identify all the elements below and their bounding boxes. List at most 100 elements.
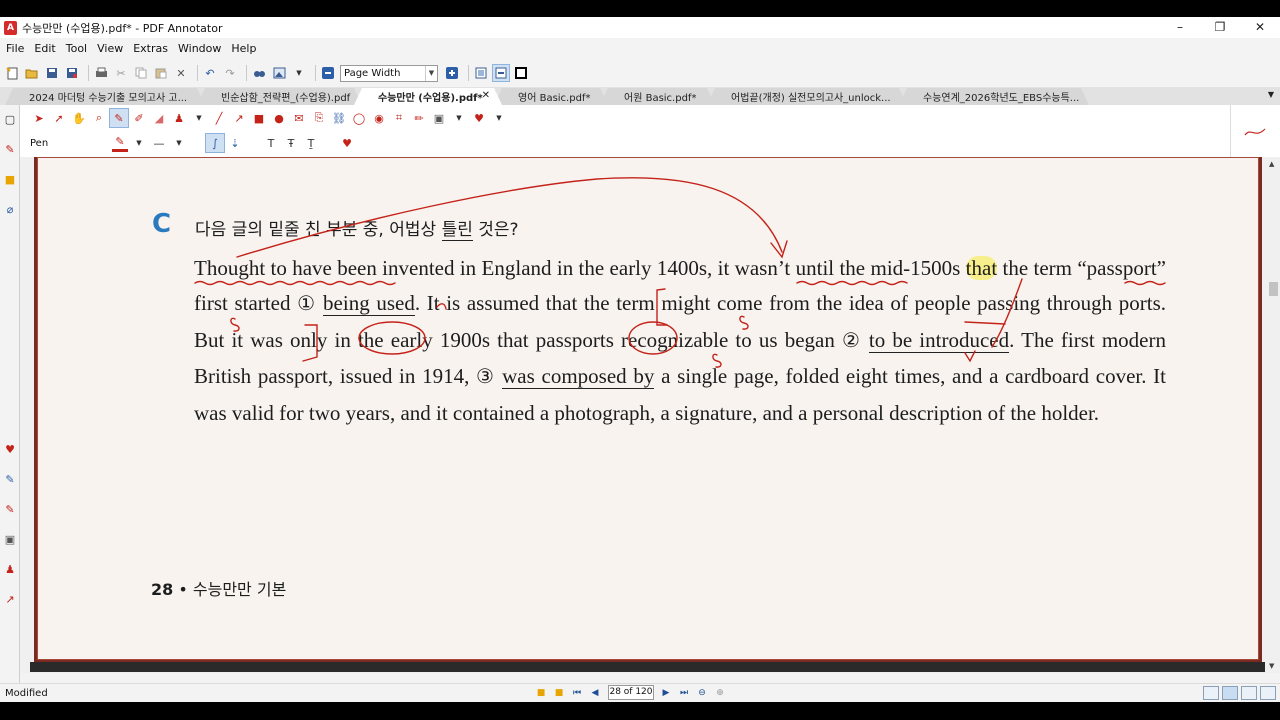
- previous-page-icon[interactable]: ◀: [588, 686, 602, 700]
- tab-document[interactable]: 2024 마더텅 수능기출 모의고사 고...: [5, 88, 205, 105]
- highlighter-icon[interactable]: ✎: [3, 473, 17, 487]
- minimize-button[interactable]: –: [1160, 17, 1200, 38]
- select-arrow-icon[interactable]: ➤: [30, 109, 48, 127]
- stamp-icon[interactable]: ♟: [3, 563, 17, 577]
- zoom-out-icon[interactable]: [320, 65, 336, 81]
- print-icon[interactable]: [93, 65, 109, 81]
- menu-file[interactable]: File: [6, 42, 24, 55]
- tab-document-active[interactable]: 수능만만 (수업용).pdf* ✕: [354, 88, 502, 105]
- tab-document[interactable]: 영어 Basic.pdf*: [494, 88, 608, 105]
- save-icon[interactable]: [44, 65, 60, 81]
- tab-document[interactable]: 어원 Basic.pdf*: [600, 88, 715, 105]
- tab-document[interactable]: 빈순삽함_전략편_(수업용).pdf: [197, 88, 362, 105]
- link-icon[interactable]: ⛓: [330, 109, 348, 127]
- single-page-view-icon[interactable]: [1203, 686, 1219, 700]
- last-page-icon[interactable]: ⏭: [677, 686, 691, 700]
- straighten-icon[interactable]: ⇣: [226, 134, 244, 152]
- line-width-icon[interactable]: —: [150, 134, 168, 152]
- pen-tool-icon[interactable]: ✎: [109, 108, 129, 128]
- full-screen-icon[interactable]: [513, 65, 529, 81]
- zoom-tool-icon[interactable]: ⌕: [90, 109, 108, 127]
- favorites-icon[interactable]: ♥: [470, 109, 488, 127]
- recent-folder-icon[interactable]: ■: [552, 686, 566, 700]
- fit-width-icon[interactable]: [492, 64, 510, 82]
- insert-image-icon[interactable]: ▣: [430, 109, 448, 127]
- favorites-heart-icon[interactable]: ♥: [3, 443, 17, 457]
- back-icon[interactable]: ⊖: [695, 686, 709, 700]
- text-strike-icon[interactable]: Ŧ: [282, 134, 300, 152]
- stamp-tool-icon[interactable]: ♟: [170, 109, 188, 127]
- zoom-select[interactable]: Page Width ▼: [340, 64, 438, 82]
- copy-icon[interactable]: [133, 65, 149, 81]
- text-above-icon[interactable]: T: [262, 134, 280, 152]
- add-favorite-icon[interactable]: ♥: [338, 134, 356, 152]
- page-number-field[interactable]: 28 of 120: [608, 685, 654, 700]
- pen-icon[interactable]: ✎: [3, 143, 17, 157]
- menu-view[interactable]: View: [97, 42, 123, 55]
- marker-tool-icon[interactable]: ✐: [130, 109, 148, 127]
- menu-window[interactable]: Window: [178, 42, 221, 55]
- folder-icon[interactable]: ■: [3, 173, 17, 187]
- cut-icon[interactable]: ✂: [113, 65, 129, 81]
- menu-extras[interactable]: Extras: [133, 42, 168, 55]
- stamp-dropdown-icon[interactable]: ▼: [190, 109, 208, 127]
- tab-document[interactable]: 어법끝(개정) 실전모의고사_unlock...: [707, 88, 907, 105]
- forward-icon[interactable]: ⊕: [713, 686, 727, 700]
- image-dropdown-icon[interactable]: ▼: [291, 65, 307, 81]
- attachment-icon[interactable]: ⌀: [3, 203, 17, 217]
- save-as-icon[interactable]: [64, 65, 80, 81]
- open-folder-icon[interactable]: [24, 65, 40, 81]
- new-icon[interactable]: [4, 65, 20, 81]
- close-button[interactable]: ✕: [1240, 17, 1280, 38]
- document-viewport[interactable]: C 다음 글의 밑줄 친 부분 중, 어법상 틀린 것은? Thought to…: [20, 157, 1267, 673]
- next-page-icon[interactable]: ▶: [659, 686, 673, 700]
- text-box-icon[interactable]: ⎘: [310, 109, 328, 127]
- rectangle-icon[interactable]: ■: [250, 109, 268, 127]
- smooth-ink-icon[interactable]: ∫: [205, 133, 225, 153]
- continuous-view-icon[interactable]: [1222, 686, 1238, 700]
- close-tab-icon[interactable]: ✕: [482, 90, 490, 101]
- scroll-up-icon[interactable]: ▲: [1269, 160, 1274, 168]
- insert-dropdown-icon[interactable]: ▼: [450, 109, 468, 127]
- tab-document[interactable]: 수능연계_2026학년도_EBS수능특...: [899, 88, 1089, 105]
- menu-tool[interactable]: Tool: [66, 42, 87, 55]
- first-page-icon[interactable]: ⏮: [570, 686, 584, 700]
- color-dropdown-icon[interactable]: ▼: [130, 134, 148, 152]
- fit-page-icon[interactable]: [473, 65, 489, 81]
- camera-icon[interactable]: ◉: [370, 109, 388, 127]
- arrow-tool-icon[interactable]: ↗: [230, 109, 248, 127]
- scrollbar-thumb[interactable]: [1269, 282, 1278, 296]
- image-tool-icon[interactable]: [271, 65, 287, 81]
- crop-icon[interactable]: ⌗: [390, 109, 408, 127]
- menu-edit[interactable]: Edit: [34, 42, 55, 55]
- width-dropdown-icon[interactable]: ▼: [170, 134, 188, 152]
- image-icon[interactable]: ▣: [3, 533, 17, 547]
- ellipse-icon[interactable]: ●: [270, 109, 288, 127]
- favorites-dropdown-icon[interactable]: ▼: [490, 109, 508, 127]
- page-icon[interactable]: ▢: [3, 113, 17, 127]
- select-text-icon[interactable]: ➚: [50, 109, 68, 127]
- comment-icon[interactable]: ◯: [350, 109, 368, 127]
- zoom-in-icon[interactable]: [444, 65, 460, 81]
- marker-icon[interactable]: ✎: [3, 503, 17, 517]
- hand-icon[interactable]: ✋: [70, 109, 88, 127]
- text-below-icon[interactable]: Ṯ: [302, 134, 320, 152]
- redo-icon[interactable]: ↷: [222, 65, 238, 81]
- vertical-scrollbar[interactable]: ▲ ▼: [1267, 157, 1280, 673]
- delete-icon[interactable]: ✕: [173, 65, 189, 81]
- find-icon[interactable]: [251, 65, 267, 81]
- two-page-continuous-view-icon[interactable]: [1260, 686, 1276, 700]
- scroll-down-icon[interactable]: ▼: [1269, 662, 1274, 670]
- envelope-icon[interactable]: ✉: [290, 109, 308, 127]
- pdf-page[interactable]: C 다음 글의 밑줄 친 부분 중, 어법상 틀린 것은? Thought to…: [34, 157, 1262, 663]
- two-page-view-icon[interactable]: [1241, 686, 1257, 700]
- open-folder-icon[interactable]: ■: [534, 686, 548, 700]
- restore-button[interactable]: ❐: [1200, 17, 1240, 38]
- tab-list-dropdown-icon[interactable]: ▼: [1268, 90, 1274, 99]
- menu-help[interactable]: Help: [231, 42, 256, 55]
- pen-color-icon[interactable]: ✎: [112, 134, 128, 152]
- arrow-icon[interactable]: ↗: [3, 593, 17, 607]
- paste-icon[interactable]: [153, 65, 169, 81]
- undo-icon[interactable]: ↶: [202, 65, 218, 81]
- ruler-icon[interactable]: ✏: [410, 109, 428, 127]
